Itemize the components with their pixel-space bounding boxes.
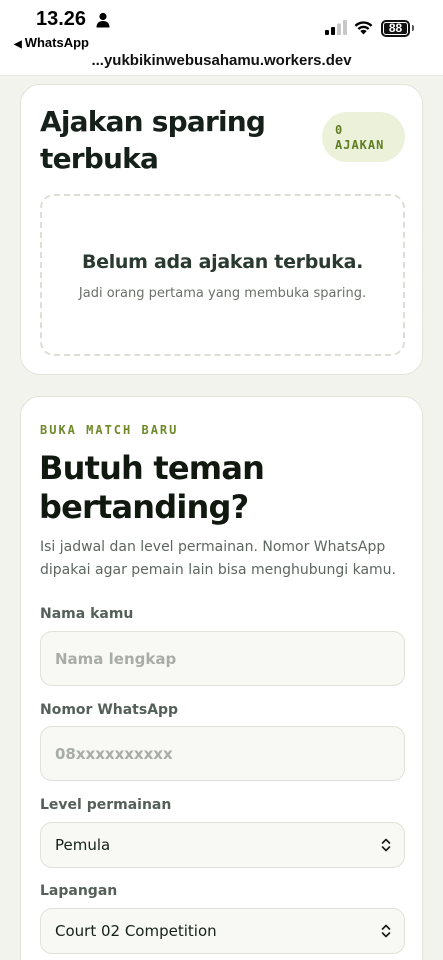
level-select-value: Pemula [55, 836, 111, 854]
status-time: 13.26 [36, 8, 87, 30]
empty-state-subtitle: Jadi orang pertama yang membuka sparing. [78, 286, 367, 301]
person-icon [96, 12, 110, 28]
court-select[interactable]: Court 02 Competition [40, 908, 405, 954]
back-arrow-icon: ◀ [14, 39, 22, 50]
back-to-app-link[interactable]: ◀ WhatsApp [14, 35, 89, 50]
browser-status-bar: 13.26 ◀ WhatsApp 88 ...yukbikinwebusahamu… [0, 0, 443, 76]
whatsapp-field-label: Nomor WhatsApp [40, 702, 179, 718]
wifi-icon [354, 21, 373, 35]
empty-state: Belum ada ajakan terbuka. Jadi orang per… [40, 194, 405, 356]
whatsapp-input[interactable] [40, 726, 405, 781]
level-select[interactable]: Pemula [40, 822, 405, 868]
new-match-title: Butuh teman bertanding? [39, 449, 265, 526]
court-select-value: Court 02 Competition [55, 922, 217, 940]
invite-count-badge: 0 AJAKAN [322, 112, 405, 162]
chevron-up-down-icon [381, 838, 391, 852]
court-field-label: Lapangan [40, 883, 118, 899]
level-field-label: Level permainan [40, 797, 172, 813]
invite-count-unit: AJAKAN [335, 138, 385, 152]
new-match-card: BUKA MATCH BARU Butuh teman bertanding? … [20, 396, 423, 960]
section-eyebrow: BUKA MATCH BARU [40, 423, 179, 437]
open-invites-card: Ajakan sparing terbuka 0 AJAKAN Belum ad… [20, 84, 423, 375]
name-input[interactable] [40, 631, 405, 686]
chevron-up-down-icon [381, 924, 391, 938]
address-bar-url[interactable]: ...yukbikinwebusahamu.workers.dev [0, 52, 443, 69]
name-field-label: Nama kamu [40, 606, 134, 622]
cellular-signal-icon [325, 20, 347, 35]
back-app-label: WhatsApp [24, 35, 89, 50]
new-match-description: Isi jadwal dan level permainan. Nomor Wh… [40, 539, 397, 578]
empty-state-title: Belum ada ajakan terbuka. [81, 251, 364, 273]
battery-level: 88 [383, 22, 408, 35]
battery-icon: 88 [381, 20, 414, 37]
invite-count: 0 [335, 123, 344, 137]
open-invites-title: Ajakan sparing terbuka [40, 105, 266, 175]
